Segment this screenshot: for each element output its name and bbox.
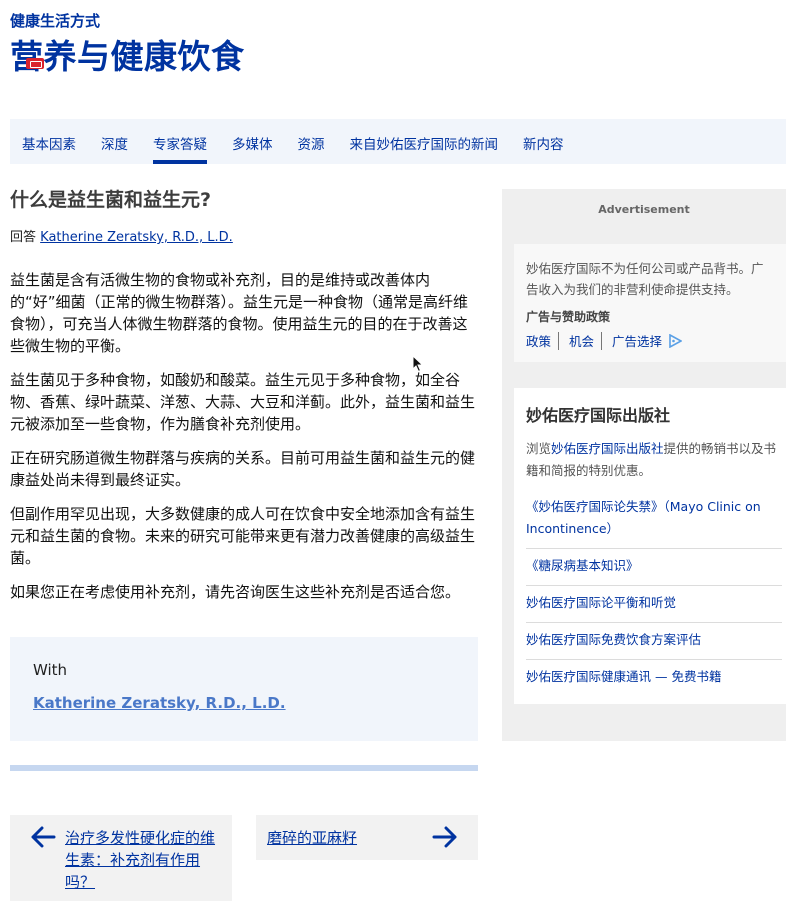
publishing-link[interactable]: 妙佑医疗国际出版社 [551,441,664,456]
section-tabs: 基本因素 深度 专家答疑 多媒体 资源 来自妙佑医疗国际的新闻 新内容 [10,119,786,164]
ad-link-ad-choices[interactable]: 广告选择 [612,331,662,350]
prev-article-card[interactable]: 治疗多发性硬化症的维生素：补充剂有作用吗？ [10,815,232,901]
ad-policy-title: 广告与赞助政策 [526,310,611,324]
language-flag-icon[interactable] [26,58,44,69]
author-box-link[interactable]: Katherine Zeratsky, R.D., L.D. [33,694,286,712]
tab-resources[interactable]: 资源 [298,119,325,164]
publishing-item[interactable]: 《糖尿病基本知识》 [526,549,782,586]
section-eyebrow[interactable]: 健康生活方式 [10,10,100,31]
next-article-card[interactable]: 磨碎的亚麻籽 [256,815,478,860]
advertisement-label: Advertisement [598,203,690,216]
prev-article-link[interactable]: 治疗多发性硬化症的维生素：补充剂有作用吗？ [65,827,218,893]
divider [601,331,603,350]
publishing-item[interactable]: 《妙佑医疗国际论失禁》（Mayo Clinic on Incontinence） [526,490,782,549]
article-paragraph: 益生菌见于多种食物，如酸奶和酸菜。益生元见于多种食物，如全谷物、香蕉、绿叶蔬菜、… [10,371,476,433]
publishing-item[interactable]: 妙佑医疗国际健康通讯 — 免费书籍 [526,660,782,696]
tab-whats-new[interactable]: 新内容 [523,119,564,164]
publishing-title: 妙佑医疗国际出版社 [526,406,671,425]
article-paragraph: 正在研究肠道微生物群落与疾病的关系。目前可用益生菌和益生元的健康益处尚未得到最终… [10,449,476,489]
ad-notice: 妙佑医疗国际不为任何公司或产品背书。广告收入为我们的非营利使命提供支持。 [526,261,764,297]
publishing-item[interactable]: 妙佑医疗国际免费饮食方案评估 [526,623,782,660]
question-title: 什么是益生菌和益生元? [10,189,212,211]
adchoices-icon[interactable] [668,333,683,348]
answer-prefix: 回答 [10,230,37,245]
publishing-item[interactable]: 妙佑医疗国际论平衡和听觉 [526,586,782,623]
article-main: 什么是益生菌和益生元? 回答 Katherine Zeratsky, R.D.,… [10,185,478,615]
page-title: 营养与健康饮食 [10,37,245,76]
mouse-cursor-icon [412,355,424,373]
ad-links: 政策 机会 广告选择 [526,331,772,350]
tab-multimedia[interactable]: 多媒体 [232,119,273,164]
publishing-desc: 浏览妙佑医疗国际出版社提供的畅销书以及书籍和简报的特别优惠。 [526,438,782,482]
sidebar: Advertisement 妙佑医疗国际不为任何公司或产品背书。广告收入为我们的… [502,189,786,741]
article-paragraph: 如果您正在考虑使用补充剂，请先咨询医生这些补充剂是否适合您。 [10,583,461,601]
author-link[interactable]: Katherine Zeratsky, R.D., L.D. [40,230,233,245]
tab-in-depth[interactable]: 深度 [101,119,128,164]
publishing-desc-prefix: 浏览 [526,441,552,456]
tab-basics[interactable]: 基本因素 [22,119,76,164]
content-divider [10,765,478,771]
tab-expert-answers[interactable]: 专家答疑 [153,119,207,164]
article-paragraph: 但副作用罕见出现，大多数健康的成人可在饮食中安全地添加含有益生元和益生菌的食物。… [10,505,476,567]
article-paragraph: 益生菌是含有活微生物的食物或补充剂，目的是维持或改善体内的“好”细菌（正常的微生… [10,271,469,355]
author-with-label: With [33,661,68,679]
answer-byline: 回答 Katherine Zeratsky, R.D., L.D. [10,226,478,245]
arrow-right-icon [432,826,457,848]
divider [558,331,560,350]
ad-link-policy[interactable]: 政策 [526,331,551,350]
tab-news[interactable]: 来自妙佑医疗国际的新闻 [350,119,499,164]
ad-policy-card: 妙佑医疗国际不为任何公司或产品背书。广告收入为我们的非营利使命提供支持。 广告与… [514,244,786,362]
arrow-left-icon [31,826,56,848]
author-box: With Katherine Zeratsky, R.D., L.D. [10,637,478,741]
publishing-card: 妙佑医疗国际出版社 浏览妙佑医疗国际出版社提供的畅销书以及书籍和简报的特别优惠。… [514,388,786,704]
ad-link-opportunities[interactable]: 机会 [569,331,594,350]
